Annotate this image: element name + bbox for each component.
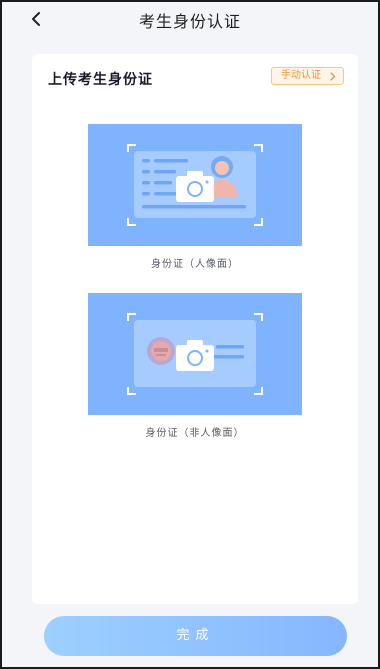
- id-front-caption: 身份证（人像面）: [151, 259, 239, 270]
- header: 考生身份认证: [2, 2, 378, 36]
- upload-card: 上传考生身份证 手动认证 身份证（人像面） 身份证（非人像面）: [32, 54, 358, 604]
- complete-button[interactable]: 完成: [44, 616, 347, 656]
- page-title: 考生身份认证: [138, 12, 241, 31]
- id-back-caption: 身份证（非人像面）: [145, 428, 245, 439]
- manual-auth-button[interactable]: 手动认证: [271, 67, 344, 85]
- id-back-illustration: [127, 313, 263, 395]
- manual-auth-label: 手动认证: [281, 70, 321, 81]
- app-screen: 考生身份认证 上传考生身份证 手动认证 身份证（人像面） 身份证（非人像面） 完…: [0, 0, 380, 669]
- id-back-upload[interactable]: [88, 293, 302, 415]
- emblem-icon: [147, 337, 175, 365]
- id-front-illustration: [127, 144, 263, 226]
- card-title: 上传考生身份证: [48, 72, 153, 88]
- id-front-upload[interactable]: [88, 124, 302, 246]
- chevron-right-icon: [330, 72, 336, 81]
